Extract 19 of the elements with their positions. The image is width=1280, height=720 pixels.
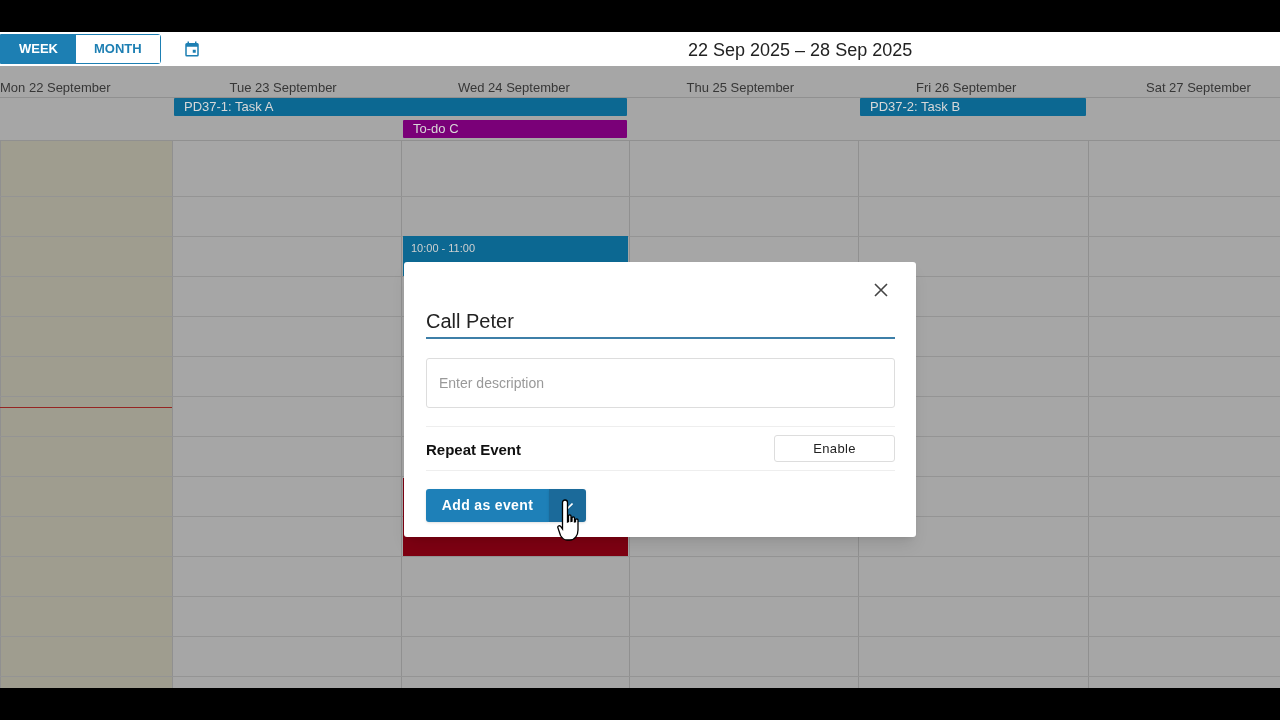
all-day-event[interactable]: PD37-2: Task B [860, 98, 1086, 116]
all-day-event[interactable]: PD37-1: Task A [174, 98, 627, 116]
add-as-event-button[interactable]: Add as event [426, 489, 549, 522]
close-button[interactable] [872, 281, 890, 299]
repeat-event-label: Repeat Event [426, 440, 522, 460]
enable-button[interactable]: Enable [774, 435, 895, 462]
close-icon [874, 283, 888, 297]
view-tab[interactable]: WEEK [1, 35, 76, 63]
day-header: Fri 26 September [916, 79, 1017, 97]
description-field[interactable]: Enter description [426, 358, 895, 408]
day-header: Wed 24 September [458, 79, 570, 97]
day-header: Tue 23 September [229, 79, 337, 97]
event-time: 10:00 - 11:00 [411, 242, 475, 254]
all-day-event[interactable]: To-do C [403, 120, 627, 138]
day-header: Mon 22 September [0, 79, 111, 97]
calendar-icon[interactable] [182, 40, 201, 58]
day-header: Sat 27 September [1146, 79, 1251, 97]
date-range-title: 22 Sep 2025 – 28 Sep 2025 [688, 39, 913, 62]
day-header: Thu 25 September [686, 79, 795, 97]
